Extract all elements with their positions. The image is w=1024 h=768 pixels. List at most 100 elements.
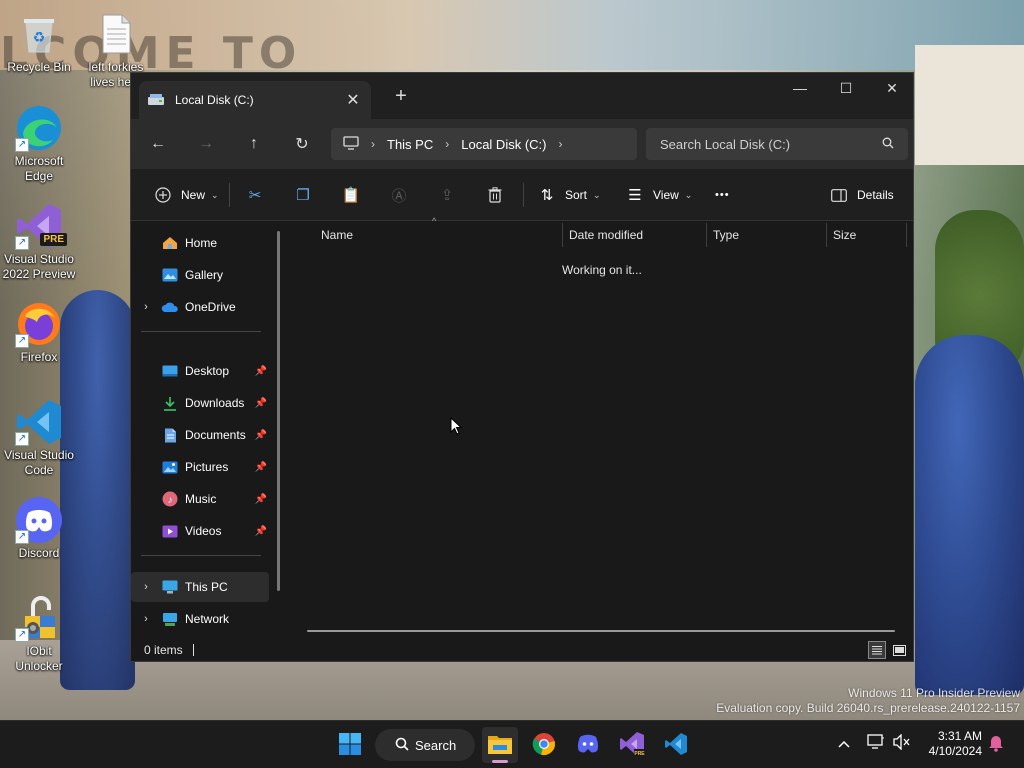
paste-icon: 📋	[341, 187, 361, 204]
forward-arrow-icon[interactable]: →	[193, 131, 219, 157]
desktop-icon-discord[interactable]: ↗ Discord	[1, 496, 77, 561]
back-arrow-icon[interactable]: ←	[145, 131, 171, 157]
paste-button[interactable]: 📋	[339, 182, 363, 208]
show-hidden-icons-chevron-up-icon[interactable]	[838, 735, 850, 751]
sidebar-item-label: Network	[185, 612, 230, 626]
sort-label: Sort	[565, 188, 588, 202]
new-label: New	[181, 188, 206, 202]
taskbar-clock[interactable]: 3:31 AM 4/10/2024	[922, 729, 982, 759]
delete-button[interactable]	[483, 182, 507, 208]
desktop-icon-vscode[interactable]: ↗ Visual Studio Code	[1, 398, 77, 478]
taskbar-search-button[interactable]: Search	[375, 729, 475, 761]
desktop-icon-label: Visual Studio 2022 Preview	[2, 252, 76, 281]
desktop-icon-recycle-bin[interactable]: ♻ Recycle Bin	[1, 10, 77, 75]
view-button[interactable]: ☰ View ⌄	[623, 182, 692, 208]
rename-button[interactable]: Ⓐ	[387, 182, 411, 208]
search-input[interactable]: Search Local Disk (C:)	[646, 128, 908, 160]
share-icon: ⇪	[440, 187, 454, 204]
search-icon	[882, 137, 894, 152]
copy-button[interactable]: ❐	[291, 182, 315, 208]
column-divider[interactable]	[706, 223, 707, 247]
pin-icon[interactable]: 📌	[255, 430, 267, 441]
sidebar-item-music[interactable]: ♪ Music 📌	[131, 484, 269, 514]
sort-button[interactable]: ⇅ Sort ⌄	[535, 182, 601, 208]
address-bar[interactable]: › This PC › Local Disk (C:) ›	[331, 128, 637, 160]
network-icon	[161, 611, 179, 627]
visual-studio-icon: PRE ↗	[15, 202, 67, 250]
start-button[interactable]	[332, 727, 368, 763]
sidebar-item-pictures[interactable]: Pictures 📌	[131, 452, 269, 482]
sidebar-scrollbar[interactable]	[277, 231, 280, 591]
close-button[interactable]: ✕	[869, 73, 915, 103]
desktop-icon-iobit-unlocker[interactable]: ↗ IObit Unlocker	[1, 594, 77, 674]
large-icons-view-icon[interactable]	[890, 641, 908, 659]
tab-close-button[interactable]: ✕	[343, 90, 363, 110]
pin-icon[interactable]: 📌	[255, 526, 267, 537]
tab-local-disk[interactable]: Local Disk (C:) ✕	[139, 81, 371, 119]
file-list-area[interactable]: ^ Name Date modified Type Size Working o…	[289, 216, 915, 633]
breadcrumb-local-disk[interactable]: Local Disk (C:)	[461, 137, 546, 152]
sidebar-item-downloads[interactable]: Downloads 📌	[131, 388, 269, 418]
column-header-type[interactable]: Type	[713, 221, 739, 249]
folder-icon	[487, 733, 513, 758]
minimize-button[interactable]: —	[777, 73, 823, 103]
details-pane-button[interactable]: Details	[827, 182, 894, 208]
volume-muted-icon[interactable]	[893, 733, 911, 753]
desktop-icon-visual-studio[interactable]: PRE ↗ Visual Studio 2022 Preview	[1, 202, 77, 282]
cut-button[interactable]: ✂	[243, 182, 267, 208]
taskbar-visual-studio[interactable]: PRE	[614, 727, 650, 763]
chevron-right-icon[interactable]: ›	[131, 301, 161, 313]
new-tab-button[interactable]: +	[389, 85, 413, 108]
column-header-size[interactable]: Size	[833, 221, 856, 249]
sidebar-item-this-pc[interactable]: › This PC	[131, 572, 269, 602]
display-icon[interactable]	[867, 734, 885, 753]
sidebar-item-documents[interactable]: Documents 📌	[131, 420, 269, 450]
column-header-name[interactable]: Name	[321, 221, 353, 249]
toolbar-divider	[229, 183, 230, 207]
column-divider[interactable]	[826, 223, 827, 247]
pin-icon[interactable]: 📌	[255, 462, 267, 473]
sidebar-item-home[interactable]: Home	[131, 228, 269, 258]
desktop-icon-firefox[interactable]: ↗ Firefox	[1, 300, 77, 365]
tab-title: Local Disk (C:)	[175, 93, 254, 107]
sidebar-item-onedrive[interactable]: › OneDrive	[131, 292, 269, 322]
pin-icon[interactable]: 📌	[255, 494, 267, 505]
text-file-icon	[92, 10, 140, 58]
pin-icon[interactable]: 📌	[255, 398, 267, 409]
sidebar-item-videos[interactable]: Videos 📌	[131, 516, 269, 546]
trash-icon	[483, 183, 507, 207]
taskbar-chrome[interactable]	[526, 727, 562, 763]
pin-icon[interactable]: 📌	[255, 366, 267, 377]
onedrive-cloud-icon	[161, 299, 179, 315]
chevron-right-icon[interactable]: ›	[131, 613, 161, 625]
breadcrumb-this-pc[interactable]: This PC	[387, 137, 433, 152]
taskbar-file-explorer[interactable]	[482, 727, 518, 763]
column-header-date-modified[interactable]: Date modified	[569, 221, 643, 249]
sidebar-item-gallery[interactable]: Gallery	[131, 260, 269, 290]
svg-text:♻: ♻	[33, 29, 46, 45]
sidebar-item-desktop[interactable]: Desktop 📌	[131, 356, 269, 386]
sidebar-item-network[interactable]: › Network	[131, 604, 269, 634]
share-button[interactable]: ⇪	[435, 182, 459, 208]
sidebar-item-label: Downloads	[185, 396, 245, 410]
sidebar-item-label: Pictures	[185, 460, 229, 474]
sort-indicator-icon: ^	[432, 216, 437, 226]
refresh-icon[interactable]: ↻	[289, 131, 315, 157]
chevron-right-icon[interactable]: ›	[131, 581, 161, 593]
maximize-button[interactable]: ☐	[823, 73, 869, 103]
details-view-icon[interactable]	[868, 641, 886, 659]
chevron-right-icon: ›	[445, 137, 450, 151]
up-arrow-icon[interactable]: ↑	[241, 131, 267, 157]
unlocker-icon: ↗	[15, 594, 63, 642]
chevron-right-icon[interactable]: ›	[558, 137, 562, 151]
chevron-down-icon: ⌄	[684, 189, 693, 200]
column-divider[interactable]	[562, 223, 563, 247]
new-button[interactable]: New ⌄	[151, 182, 219, 208]
column-divider[interactable]	[906, 223, 907, 247]
more-options-button[interactable]: •••	[715, 182, 730, 208]
desktop-icon-edge[interactable]: ↗ Microsoft Edge	[1, 104, 77, 184]
taskbar-discord[interactable]	[570, 727, 606, 763]
horizontal-scrollbar[interactable]	[307, 630, 895, 632]
notification-bell-icon[interactable]	[988, 734, 1004, 755]
taskbar-vscode[interactable]	[658, 727, 694, 763]
